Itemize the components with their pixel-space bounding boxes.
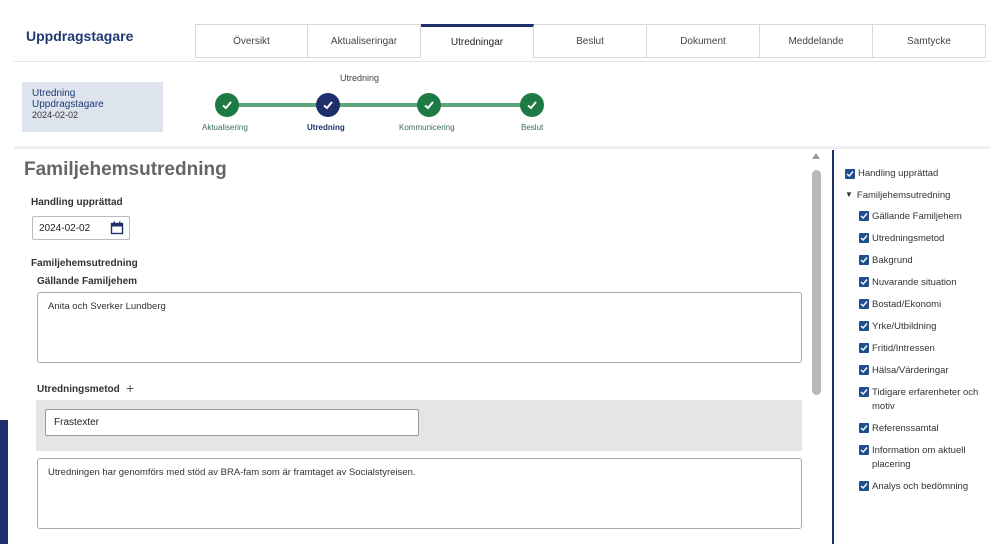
checkbox-checked-icon[interactable] [859, 343, 869, 353]
checklist-item-label: Bakgrund [872, 255, 913, 266]
checklist-item[interactable]: Gällande Familjehem [859, 210, 989, 224]
handling-date-value: 2024-02-02 [39, 223, 91, 234]
utredningsmetod-textarea[interactable]: Utredningen har genomförs med stöd av BR… [37, 458, 802, 529]
checklist-item-label: Nuvarande situation [872, 277, 957, 288]
step-aktualisering[interactable] [215, 93, 239, 117]
check-icon [424, 101, 434, 110]
checklist-item[interactable]: Bakgrund [859, 254, 989, 268]
frastexter-input[interactable]: Frastexter [45, 409, 419, 436]
main-form: Familjehemsutredning Handling upprättad … [14, 150, 816, 544]
tab-oversikt[interactable]: Översikt [195, 24, 308, 58]
checklist-item-label: Referenssamtal [872, 423, 939, 434]
section-divider [14, 146, 991, 149]
utredningsmetod-label: Utredningsmetod [37, 384, 120, 395]
checklist-item[interactable]: Hälsa/Värderingar [859, 364, 989, 378]
checklist-item-label: Fritid/Intressen [872, 343, 935, 354]
process-stepper: Utredning Aktualisering Utredning Kommun… [195, 70, 565, 140]
tab-aktualiseringar[interactable]: Aktualiseringar [308, 24, 421, 58]
checklist-item-label: Utredningsmetod [872, 233, 945, 244]
gallande-familjehem-label: Gällande Familjehem [37, 276, 138, 287]
scrollbar-thumb[interactable] [812, 170, 821, 395]
checkbox-checked-icon[interactable] [845, 169, 855, 179]
checklist-item-label: Tidigare erfarenheter och motiv [872, 387, 979, 412]
checklist-label: Handling upprättad [858, 168, 939, 179]
checkbox-checked-icon[interactable] [859, 233, 869, 243]
handling-date-field[interactable]: 2024-02-02 [32, 216, 130, 240]
checkbox-checked-icon[interactable] [859, 255, 869, 265]
checklist-item-label: Information om aktuell placering [872, 445, 966, 470]
checklist-item-label: Hälsa/Värderingar [872, 365, 949, 376]
case-date: 2024-02-02 [32, 110, 79, 120]
right-panel-divider [832, 150, 834, 544]
familjehemsutredning-label: Familjehemsutredning [31, 258, 138, 269]
tab-beslut[interactable]: Beslut [534, 24, 647, 58]
checklist-item[interactable]: Utredningsmetod [859, 232, 989, 246]
checklist-item-label: Gällande Familjehem [872, 211, 962, 222]
checklist-item[interactable]: Information om aktuell placering [859, 444, 989, 472]
case-type: Utredning [32, 88, 76, 99]
checkbox-checked-icon[interactable] [859, 365, 869, 375]
checkbox-checked-icon[interactable] [859, 423, 869, 433]
checklist-group-label: Familjehemsutredning [856, 190, 951, 201]
checkbox-checked-icon[interactable] [859, 481, 869, 491]
tab-bar: Översikt Aktualiseringar Utredningar Bes… [195, 24, 986, 58]
checklist-item-label: Bostad/Ekonomi [872, 299, 942, 310]
checklist-item[interactable]: Referenssamtal [859, 422, 989, 436]
step-label-beslut: Beslut [521, 123, 544, 132]
stepper-title: Utredning [340, 73, 380, 83]
checklist-item[interactable]: Tidigare erfarenheter och motiv [859, 386, 989, 414]
checkbox-checked-icon[interactable] [859, 211, 869, 221]
header-divider [14, 61, 991, 62]
page-title: Familjehemsutredning [24, 159, 227, 180]
checkbox-checked-icon[interactable] [859, 387, 869, 397]
tab-utredningar[interactable]: Utredningar [421, 24, 534, 58]
frastexter-panel: Frastexter [36, 400, 802, 451]
checklist-item-label: Yrke/Utbildning [872, 321, 937, 332]
checklist-item[interactable]: Bostad/Ekonomi [859, 298, 989, 312]
case-info-card: Utredning Uppdragstagare 2024-02-02 [22, 82, 163, 132]
gallande-familjehem-textarea[interactable]: Anita och Sverker Lundberg [37, 292, 802, 363]
step-label-utredning: Utredning [307, 123, 345, 132]
checklist-item-handling[interactable]: Handling upprättad [845, 168, 938, 179]
step-beslut[interactable] [520, 93, 544, 117]
step-label-aktualisering: Aktualisering [202, 123, 248, 132]
case-role: Uppdragstagare [32, 99, 104, 110]
check-icon [323, 101, 333, 110]
tab-samtycke[interactable]: Samtycke [873, 24, 986, 58]
left-accent-bar [0, 420, 8, 544]
stepper-track [229, 103, 534, 107]
checkbox-checked-icon[interactable] [859, 445, 869, 455]
app-title: Uppdragstagare [26, 28, 134, 44]
checklist-item[interactable]: Analys och bedömning [859, 480, 989, 494]
checklist-group-familjehemsutredning[interactable]: ▼ Familjehemsutredning [845, 190, 950, 201]
checklist-item[interactable]: Yrke/Utbildning [859, 320, 989, 334]
checkbox-checked-icon[interactable] [859, 321, 869, 331]
handling-label: Handling upprättad [31, 197, 123, 208]
checkbox-checked-icon[interactable] [859, 299, 869, 309]
step-kommunicering[interactable] [417, 93, 441, 117]
tab-dokument[interactable]: Dokument [647, 24, 760, 58]
caret-down-icon[interactable]: ▼ [845, 190, 853, 199]
plus-icon[interactable]: + [126, 380, 134, 396]
step-label-kommunicering: Kommunicering [399, 123, 455, 132]
checklist-item-label: Analys och bedömning [872, 481, 969, 492]
checkbox-checked-icon[interactable] [859, 277, 869, 287]
header: Uppdragstagare Översikt Aktualiseringar … [14, 14, 991, 62]
tab-meddelande[interactable]: Meddelande [760, 24, 873, 58]
step-utredning[interactable] [316, 93, 340, 117]
checklist-item[interactable]: Nuvarande situation [859, 276, 989, 290]
calendar-icon[interactable] [110, 221, 124, 238]
check-icon [527, 101, 537, 110]
scroll-up-arrow-icon[interactable] [812, 153, 820, 159]
check-icon [222, 101, 232, 110]
checklist-item[interactable]: Fritid/Intressen [859, 342, 989, 356]
